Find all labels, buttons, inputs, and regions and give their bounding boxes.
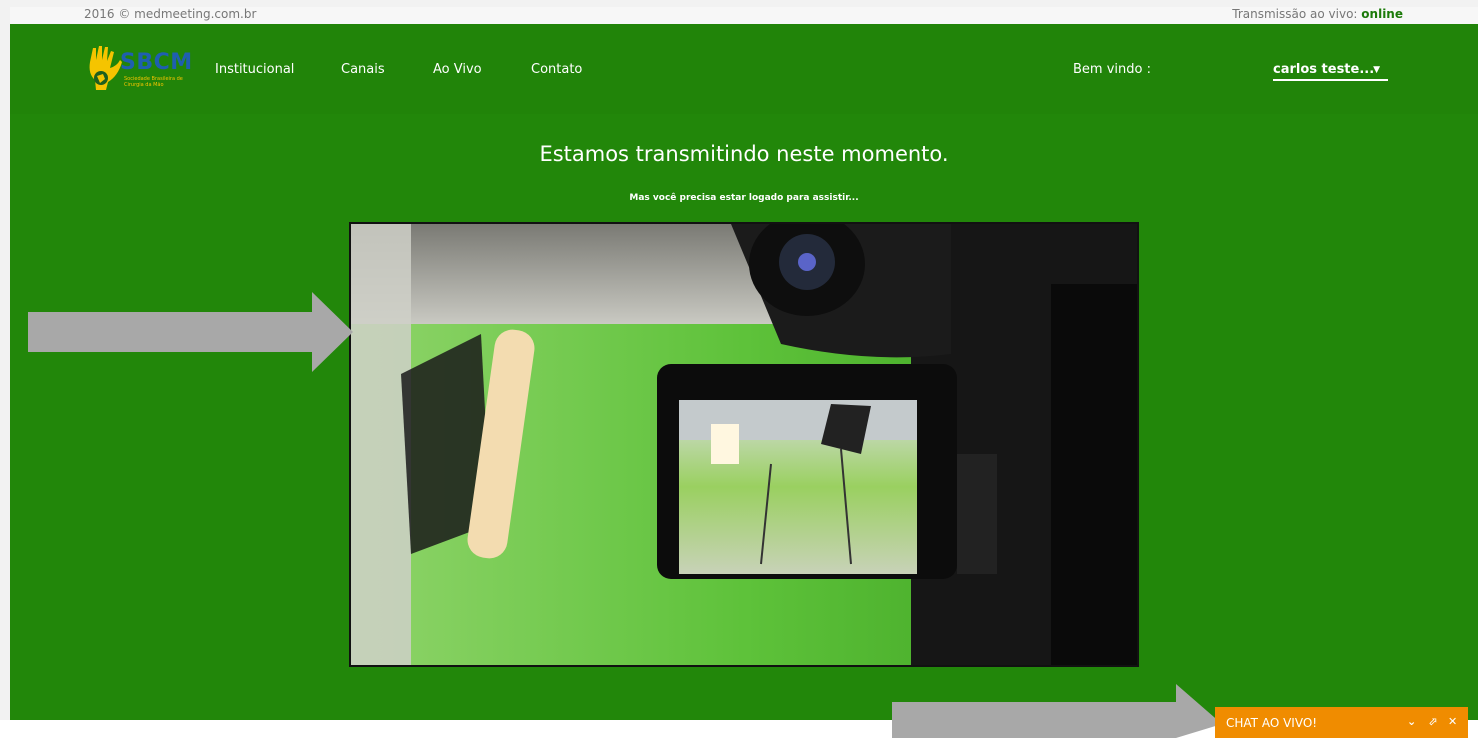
arrow-right-icon	[28, 292, 353, 372]
chat-title: CHAT AO VIVO!	[1226, 716, 1318, 730]
live-status-value: online	[1361, 7, 1403, 21]
nav-canais[interactable]: Canais	[341, 62, 385, 77]
close-icon[interactable]: ✕	[1448, 715, 1457, 728]
live-chat-bar[interactable]: CHAT AO VIVO! ⌄ ⬀ ✕	[1215, 707, 1468, 738]
sbcm-logo[interactable]: SBCM Sociedade Brasileira de Cirurgia da…	[84, 46, 196, 92]
logo-subtitle: Sociedade Brasileira de Cirurgia da Mão	[124, 76, 183, 88]
user-name: carlos teste...	[1273, 62, 1375, 77]
login-notice: Mas você precisa estar logado para assis…	[629, 193, 859, 203]
logo-name: SBCM	[120, 50, 193, 75]
video-player[interactable]	[349, 222, 1139, 667]
site-header: SBCM Sociedade Brasileira de Cirurgia da…	[10, 24, 1478, 114]
nav-ao-vivo[interactable]: Ao Vivo	[433, 62, 482, 77]
main-area: SBCM Sociedade Brasileira de Cirurgia da…	[10, 24, 1478, 720]
nav-institucional[interactable]: Institucional	[215, 62, 294, 77]
hand-logo-icon	[89, 46, 122, 90]
page-title: Estamos transmitindo neste momento.	[539, 142, 949, 166]
welcome-label: Bem vindo :	[1073, 62, 1151, 77]
live-status: Transmissão ao vivo: online	[1232, 7, 1403, 21]
caret-down-icon: ▼	[1373, 65, 1380, 75]
top-bar: 2016 © medmeeting.com.br Transmissão ao …	[10, 7, 1478, 24]
arrow-right-icon	[892, 684, 1222, 738]
minimize-icon[interactable]: ⌄	[1407, 715, 1416, 728]
live-label: Transmissão ao vivo:	[1232, 7, 1358, 21]
copyright-text: 2016 © medmeeting.com.br	[84, 7, 257, 21]
popout-icon[interactable]: ⬀	[1428, 715, 1437, 728]
nav-contato[interactable]: Contato	[531, 62, 582, 77]
camera-viewfinder-image	[351, 224, 1137, 665]
user-dropdown[interactable]: carlos teste... ▼	[1273, 62, 1388, 81]
